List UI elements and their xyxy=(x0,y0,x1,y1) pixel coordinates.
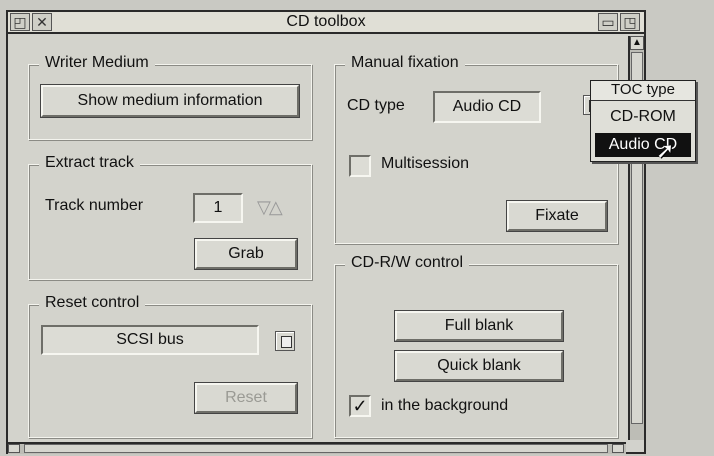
writer-medium-group: Writer Medium Show medium information xyxy=(28,54,312,140)
title-bar[interactable]: ◰ ✕ CD toolbox ▭ ◳ xyxy=(8,12,644,34)
menu-item-audio-cd[interactable]: Audio CD xyxy=(595,133,691,157)
reset-button[interactable]: Reset xyxy=(194,382,298,414)
cd-toolbox-window: ◰ ✕ CD toolbox ▭ ◳ Writer Medium Show me… xyxy=(6,10,646,454)
horizontal-scrollbar[interactable] xyxy=(8,442,626,454)
reset-control-group: Reset control SCSI bus Reset xyxy=(28,294,312,438)
multisession-label: Multisession xyxy=(381,155,470,172)
background-label: in the background xyxy=(381,397,509,414)
toc-type-menu: TOC type CD-ROM Audio CD xyxy=(590,80,696,162)
track-number-label: Track number xyxy=(45,197,144,214)
background-checkbox[interactable]: ✓ xyxy=(349,395,371,417)
cd-type-label: CD type xyxy=(347,97,405,114)
manual-fixation-group: Manual fixation CD type Audio CD Multise… xyxy=(334,54,618,244)
scroll-up-icon[interactable]: ▲ xyxy=(630,36,644,50)
cdrw-control-group: CD-R/W control Full blank Quick blank ✓ … xyxy=(334,254,618,438)
toc-type-menu-title: TOC type xyxy=(591,81,695,101)
scroll-left-icon[interactable] xyxy=(8,444,20,453)
multisession-checkbox[interactable] xyxy=(349,155,371,177)
fixate-button[interactable]: Fixate xyxy=(506,200,608,232)
extract-track-legend: Extract track xyxy=(39,154,140,172)
menu-item-cd-rom[interactable]: CD-ROM xyxy=(595,105,691,129)
toggle-size-icon[interactable]: ◳ xyxy=(620,13,640,31)
grab-button[interactable]: Grab xyxy=(194,238,298,270)
pointer-cursor-icon: ➚ xyxy=(656,138,675,163)
full-blank-button[interactable]: Full blank xyxy=(394,310,564,342)
writer-medium-legend: Writer Medium xyxy=(39,54,155,72)
scroll-right-icon[interactable] xyxy=(612,444,624,453)
track-number-stepper[interactable]: ▽△ xyxy=(257,197,283,218)
window-title: CD toolbox xyxy=(286,13,366,30)
extract-track-group: Extract track Track number 1 ▽△ Grab xyxy=(28,154,312,280)
work-area: Writer Medium Show medium information Ex… xyxy=(8,36,626,442)
reset-control-legend: Reset control xyxy=(39,294,146,312)
show-medium-information-button[interactable]: Show medium information xyxy=(40,84,300,118)
iconise-icon[interactable]: ▭ xyxy=(598,13,618,31)
track-number-field[interactable]: 1 xyxy=(193,193,243,223)
cdrw-control-legend: CD-R/W control xyxy=(345,254,470,272)
quick-blank-button[interactable]: Quick blank xyxy=(394,350,564,382)
bus-field: SCSI bus xyxy=(41,325,259,355)
bus-menu-icon[interactable] xyxy=(275,331,295,351)
horizontal-scroll-thumb[interactable] xyxy=(24,444,608,453)
manual-fixation-legend: Manual fixation xyxy=(345,54,465,72)
cd-type-field: Audio CD xyxy=(433,91,541,123)
